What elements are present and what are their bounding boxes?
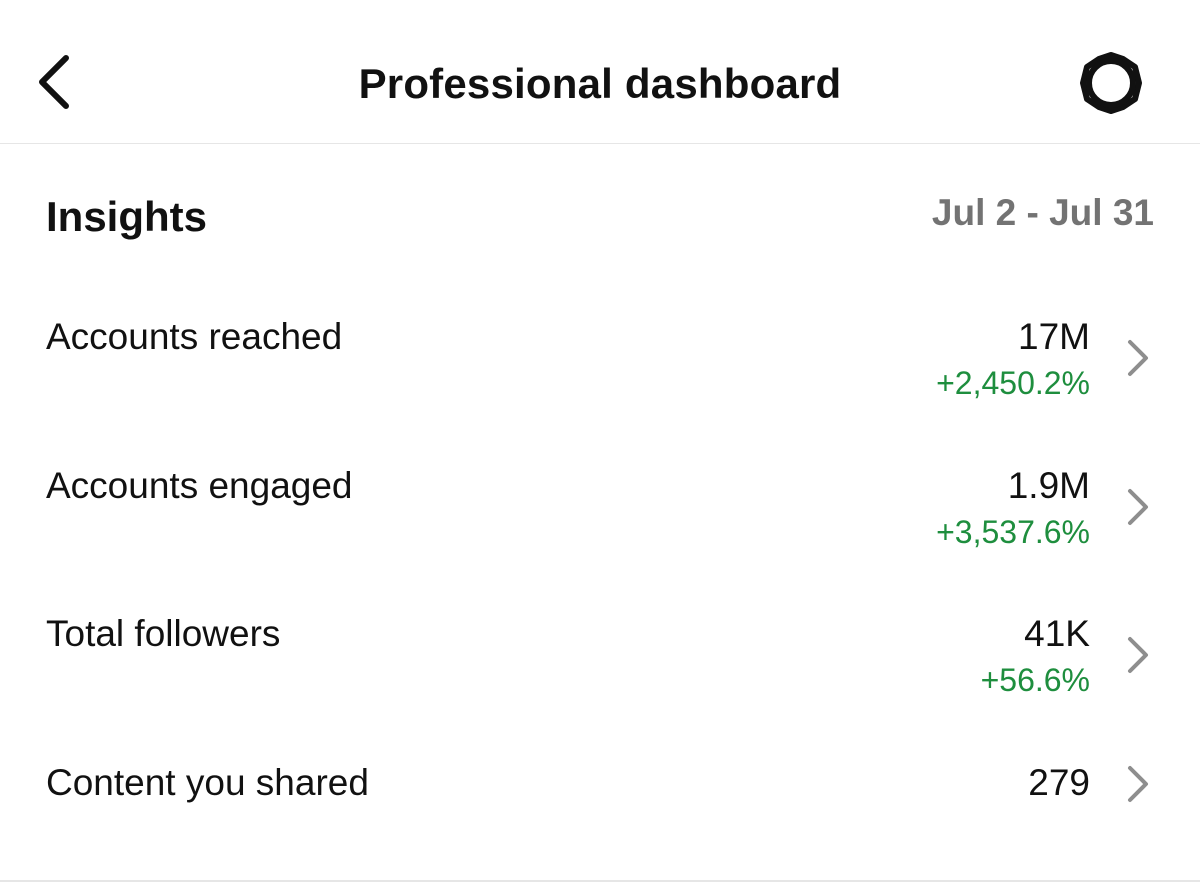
page-title: Professional dashboard xyxy=(358,60,842,107)
metric-row-content-shared[interactable]: Content you shared 279 xyxy=(0,760,1200,850)
metric-change: +56.6% xyxy=(980,662,1090,698)
metric-value: 1.9M xyxy=(1007,465,1090,506)
metric-value: 17M xyxy=(1018,316,1090,357)
divider xyxy=(0,880,1200,882)
metric-value: 41K xyxy=(1024,613,1090,654)
metric-row-accounts-engaged[interactable]: Accounts engaged 1.9M +3,537.6% xyxy=(0,463,1200,611)
metric-change: +2,450.2% xyxy=(936,365,1090,401)
metric-value: 279 xyxy=(1028,762,1090,803)
gear-icon[interactable] xyxy=(1076,50,1146,116)
metric-row-total-followers[interactable]: Total followers 41K +56.6% xyxy=(0,611,1200,759)
metric-label: Accounts engaged xyxy=(46,465,353,506)
metric-row-accounts-reached[interactable]: Accounts reached 17M +2,450.2% xyxy=(0,314,1200,462)
metric-change: +3,537.6% xyxy=(936,514,1090,550)
insights-header: Insights Jul 2 - Jul 31 xyxy=(0,144,1200,284)
metric-label: Accounts reached xyxy=(46,316,343,357)
metric-label: Total followers xyxy=(46,613,281,654)
date-range[interactable]: Jul 2 - Jul 31 xyxy=(932,190,1154,236)
chevron-right-icon xyxy=(1128,489,1148,525)
metric-label: Content you shared xyxy=(46,762,369,803)
chevron-right-icon xyxy=(1128,766,1148,802)
insights-title: Insights xyxy=(46,193,208,240)
chevron-right-icon xyxy=(1128,340,1148,376)
chevron-right-icon xyxy=(1128,637,1148,673)
top-bar: Professional dashboard xyxy=(0,0,1200,144)
